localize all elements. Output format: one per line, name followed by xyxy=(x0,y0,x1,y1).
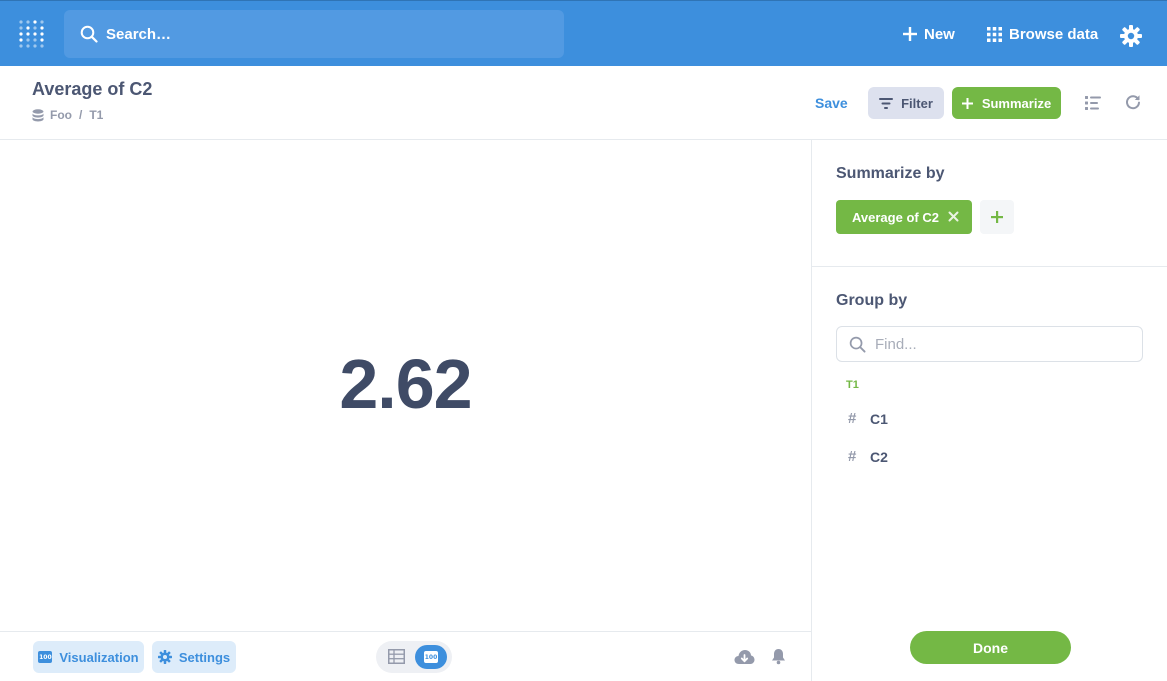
browse-data-button[interactable]: Browse data xyxy=(987,21,1098,47)
search-icon xyxy=(849,336,866,353)
done-button[interactable]: Done xyxy=(910,631,1071,664)
field-label: C2 xyxy=(870,448,888,465)
field-item-c2[interactable]: # C2 xyxy=(848,448,888,465)
close-icon[interactable] xyxy=(948,211,959,222)
field-item-c1[interactable]: # C1 xyxy=(848,410,888,427)
database-icon xyxy=(32,108,44,121)
visualization-toggle-active[interactable]: 100 xyxy=(415,645,447,669)
find-input[interactable] xyxy=(875,335,1125,353)
visualization-button[interactable]: 100 Visualization xyxy=(33,641,144,673)
table-icon[interactable] xyxy=(388,649,405,664)
field-label: C1 xyxy=(870,410,888,427)
filter-icon xyxy=(879,97,894,109)
new-button-label: New xyxy=(924,25,955,43)
notebook-editor-icon[interactable] xyxy=(1085,96,1101,110)
aggregation-pill[interactable]: Average of C2 xyxy=(836,200,972,234)
global-search-bar[interactable]: Search… xyxy=(64,10,564,58)
breadcrumb-database[interactable]: Foo xyxy=(50,108,72,122)
search-icon xyxy=(80,25,98,43)
visualization-button-label: Visualization xyxy=(59,649,139,665)
plus-icon xyxy=(991,211,1003,223)
filter-button[interactable]: Filter xyxy=(868,87,944,119)
metabase-logo-icon[interactable] xyxy=(18,17,46,49)
summarize-by-heading: Summarize by xyxy=(836,165,945,182)
visualization-area: 2.62 xyxy=(0,140,811,631)
search-placeholder: Search… xyxy=(106,25,172,43)
question-header: Average of C2 Foo / T1 Save Filter Summa… xyxy=(0,66,1167,140)
summarize-sidebar: Summarize by Average of C2 Group by T1 #… xyxy=(811,140,1167,681)
new-button[interactable]: New xyxy=(903,21,955,47)
bell-icon[interactable] xyxy=(771,648,786,665)
view-footer: 100 Visualization Settings 100 xyxy=(0,631,811,681)
save-button[interactable]: Save xyxy=(815,95,848,111)
sidebar-divider xyxy=(812,266,1167,267)
number-type-icon: # xyxy=(848,448,857,465)
plus-icon xyxy=(961,97,973,109)
scalar-value[interactable]: 2.62 xyxy=(0,344,811,424)
summarize-button-label: Summarize xyxy=(981,95,1052,111)
group-by-search[interactable] xyxy=(836,326,1143,362)
top-nav: Search… New Browse data xyxy=(0,0,1167,66)
scalar-number-icon: 100 xyxy=(424,651,438,663)
breadcrumb-separator: / xyxy=(79,108,83,122)
browse-data-label: Browse data xyxy=(1009,25,1099,43)
question-title[interactable]: Average of C2 xyxy=(32,79,152,100)
table-visualization-toggle[interactable]: 100 xyxy=(376,641,452,673)
breadcrumb: Foo / T1 xyxy=(32,108,103,122)
plus-icon xyxy=(903,27,917,41)
breadcrumb-table[interactable]: T1 xyxy=(89,108,103,122)
table-section-label: T1 xyxy=(846,379,859,391)
settings-button[interactable]: Settings xyxy=(152,641,236,673)
scalar-number-icon: 100 xyxy=(38,651,53,663)
gear-icon xyxy=(157,650,172,664)
number-type-icon: # xyxy=(848,410,857,427)
summarize-button[interactable]: Summarize xyxy=(952,87,1061,119)
add-aggregation-button[interactable] xyxy=(980,200,1014,234)
grid-icon xyxy=(987,26,1002,42)
gear-icon[interactable] xyxy=(1120,23,1142,49)
filter-button-label: Filter xyxy=(901,95,933,111)
refresh-icon[interactable] xyxy=(1125,94,1141,110)
aggregation-label: Average of C2 xyxy=(852,209,939,225)
group-by-heading: Group by xyxy=(836,292,908,309)
settings-button-label: Settings xyxy=(178,649,231,665)
download-icon[interactable] xyxy=(734,649,755,665)
